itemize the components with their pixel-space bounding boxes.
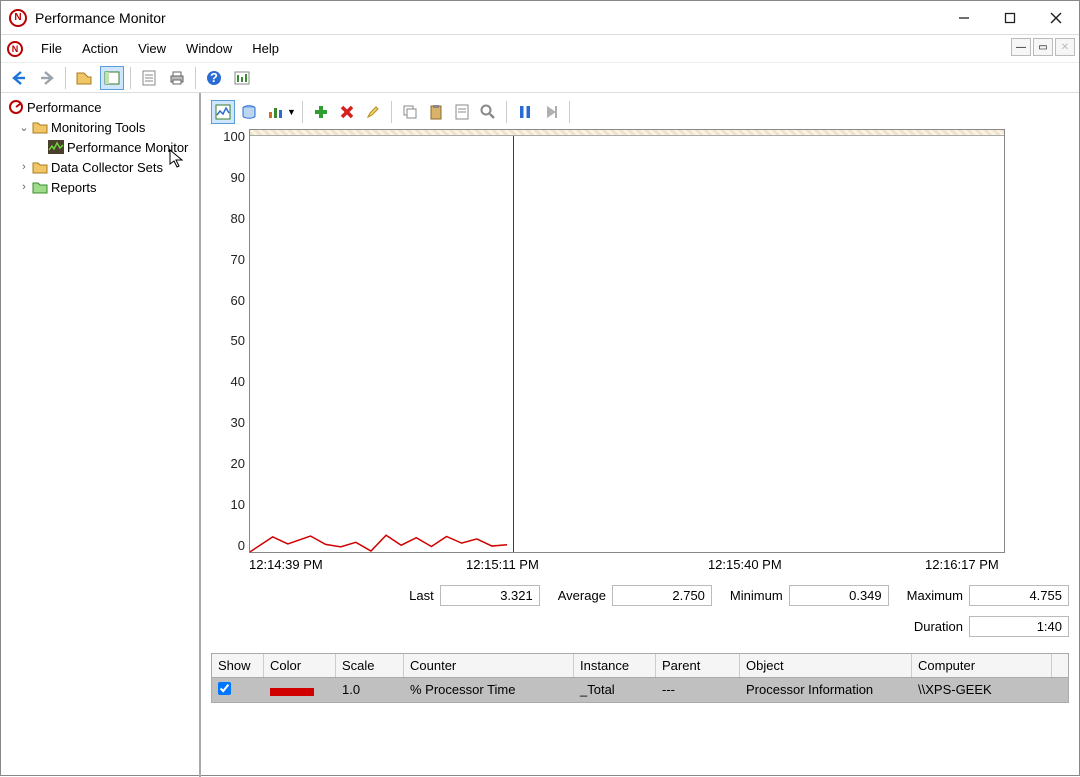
last-label: Last <box>409 588 434 603</box>
print-button[interactable] <box>165 66 189 90</box>
tree-dcs-label: Data Collector Sets <box>51 160 163 175</box>
highlight-button[interactable] <box>361 100 385 124</box>
properties-button[interactable] <box>137 66 161 90</box>
mmc-icon: N <box>7 41 23 57</box>
head-instance[interactable]: Instance <box>574 654 656 677</box>
summary-bar: Last 3.321 Average 2.750 Minimum 0.349 Maxi… <box>249 585 1069 637</box>
menu-view[interactable]: View <box>128 37 176 60</box>
expander-icon[interactable]: ⌄ <box>17 121 31 134</box>
expander-icon[interactable]: › <box>17 161 31 173</box>
expander-icon[interactable]: › <box>17 181 31 193</box>
avg-label: Average <box>558 588 606 603</box>
add-counter-button[interactable] <box>309 100 333 124</box>
minimize-button[interactable] <box>941 1 987 35</box>
min-value: 0.349 <box>789 585 889 606</box>
tree-reports[interactable]: › Reports <box>1 177 199 197</box>
zoom-button[interactable] <box>476 100 500 124</box>
view-log-data-button[interactable] <box>237 100 261 124</box>
change-graph-type-button[interactable] <box>263 100 287 124</box>
window-title: Performance Monitor <box>35 10 941 26</box>
paste-button[interactable] <box>424 100 448 124</box>
tree-monitoring-label: Monitoring Tools <box>51 120 145 135</box>
duration-label: Duration <box>914 619 963 634</box>
head-show[interactable]: Show <box>212 654 264 677</box>
monitor-icon <box>47 139 65 155</box>
properties-chart-button[interactable] <box>450 100 474 124</box>
head-computer[interactable]: Computer <box>912 654 1052 677</box>
delete-counter-button[interactable] <box>335 100 359 124</box>
table-head: Show Color Scale Counter Instance Parent… <box>212 654 1068 678</box>
folder-icon <box>31 159 49 175</box>
copy-button[interactable] <box>398 100 422 124</box>
svg-text:?: ? <box>210 70 218 85</box>
tree-reports-label: Reports <box>51 180 97 195</box>
head-color[interactable]: Color <box>264 654 336 677</box>
new-data-collector-button[interactable] <box>230 66 254 90</box>
freeze-button[interactable] <box>513 100 537 124</box>
navigation-tree: Performance ⌄ Monitoring Tools Performan… <box>1 93 201 777</box>
row-show-checkbox[interactable] <box>218 682 231 695</box>
head-scale[interactable]: Scale <box>336 654 404 677</box>
dropdown-icon[interactable]: ▼ <box>287 107 296 117</box>
toolbar: ? <box>1 63 1079 93</box>
chart-area: 1009080706050403020100 <box>211 129 1069 553</box>
head-counter[interactable]: Counter <box>404 654 574 677</box>
row-parent: --- <box>656 678 740 702</box>
counter-table: Show Color Scale Counter Instance Parent… <box>211 653 1069 703</box>
cursor-icon <box>169 149 187 169</box>
help-button[interactable]: ? <box>202 66 226 90</box>
menu-file[interactable]: File <box>31 37 72 60</box>
min-label: Minimum <box>730 588 783 603</box>
update-button[interactable] <box>539 100 563 124</box>
row-object: Processor Information <box>740 678 912 702</box>
mdi-minimize[interactable]: — <box>1011 38 1031 56</box>
max-value: 4.755 <box>969 585 1069 606</box>
menu-help[interactable]: Help <box>242 37 289 60</box>
head-parent[interactable]: Parent <box>656 654 740 677</box>
tree-root-label: Performance <box>27 100 101 115</box>
row-instance: _Total <box>574 678 656 702</box>
menubar: N File Action View Window Help — ▭ ✕ <box>1 35 1079 63</box>
max-label: Maximum <box>907 588 963 603</box>
tree-monitoring-tools[interactable]: ⌄ Monitoring Tools <box>1 117 199 137</box>
row-computer: \\XPS-GEEK <box>912 678 1052 702</box>
back-button[interactable] <box>7 66 31 90</box>
y-axis-labels: 1009080706050403020100 <box>211 129 249 553</box>
mdi-close[interactable]: ✕ <box>1055 38 1075 56</box>
last-value: 3.321 <box>440 585 540 606</box>
table-row[interactable]: 1.0 % Processor Time _Total --- Processo… <box>212 678 1068 702</box>
show-tree-button[interactable] <box>72 66 96 90</box>
maximize-button[interactable] <box>987 1 1033 35</box>
perf-icon <box>7 99 25 115</box>
duration-value: 1:40 <box>969 616 1069 637</box>
chart-toolbar: ▼ <box>211 99 1069 129</box>
chart-plot[interactable] <box>249 129 1005 553</box>
folder-icon <box>31 119 49 135</box>
app-icon: N <box>9 9 27 27</box>
titlebar: N Performance Monitor <box>1 1 1079 35</box>
view-current-activity-button[interactable] <box>211 100 235 124</box>
folder-icon <box>31 179 49 195</box>
tree-root[interactable]: Performance <box>1 97 199 117</box>
content-pane: ▼ 1009080706050403020100 12:14:39 PM1 <box>201 93 1079 777</box>
close-button[interactable] <box>1033 1 1079 35</box>
x-axis-labels: 12:14:39 PM12:15:11 PM12:15:40 PM12:16:1… <box>249 553 1005 575</box>
show-console-tree-button[interactable] <box>100 66 124 90</box>
mdi-restore[interactable]: ▭ <box>1033 38 1053 56</box>
menu-action[interactable]: Action <box>72 37 128 60</box>
row-scale: 1.0 <box>336 678 404 702</box>
menu-window[interactable]: Window <box>176 37 242 60</box>
head-object[interactable]: Object <box>740 654 912 677</box>
row-color-swatch <box>270 688 314 696</box>
row-counter: % Processor Time <box>404 678 574 702</box>
avg-value: 2.750 <box>612 585 712 606</box>
forward-button[interactable] <box>35 66 59 90</box>
chart-line <box>250 130 1006 554</box>
